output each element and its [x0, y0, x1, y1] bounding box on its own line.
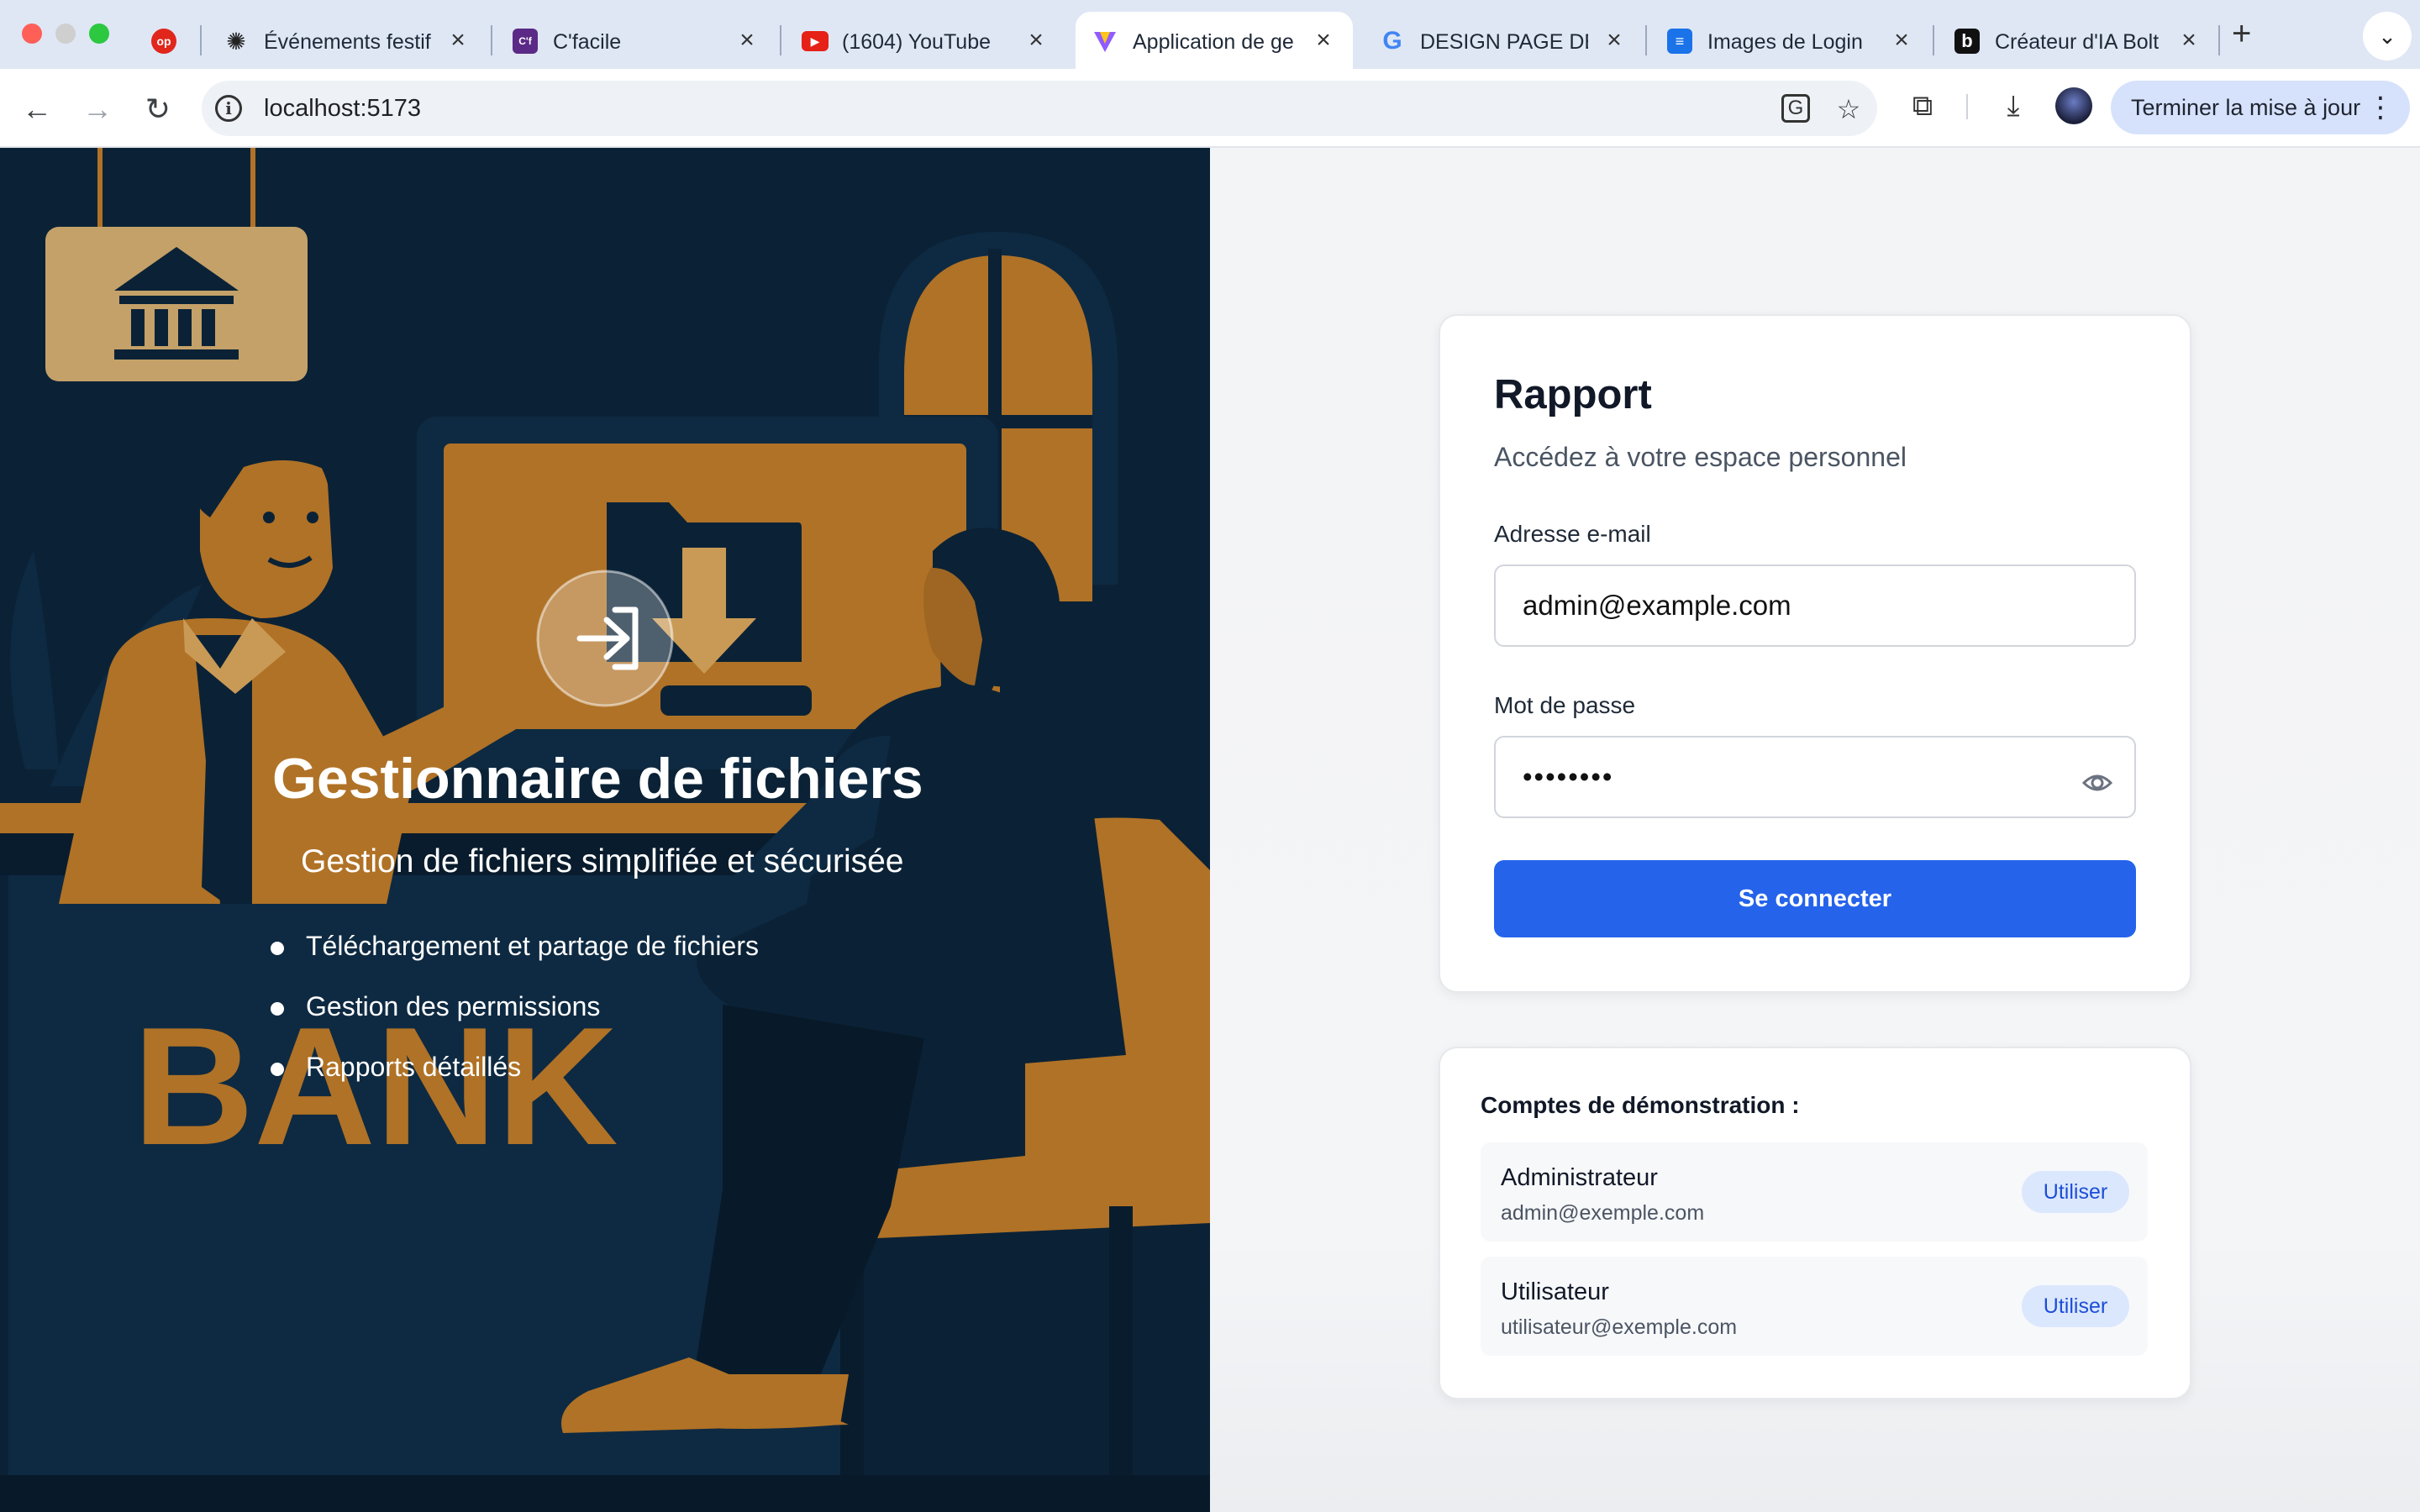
tab-search-chevron-icon[interactable]: ⌄ — [2363, 12, 2412, 60]
tab-3[interactable]: ▶ (1604) YouTube × — [785, 12, 1065, 69]
close-icon[interactable]: × — [734, 28, 760, 54]
tab-title: (1604) YouTube — [842, 30, 992, 54]
hero-title: Gestionnaire de fichiers — [272, 747, 923, 811]
tab-bar: op ✺ Événements festif × C'f C'facile × … — [0, 0, 2420, 69]
hero-panel: BANK Gestionnaire de fichiers Gestion de… — [0, 148, 1210, 1512]
close-icon[interactable]: × — [445, 28, 471, 54]
address-bar[interactable]: i localhost:5173 G ☆ — [202, 81, 1877, 136]
account-role: Utilisateur — [1501, 1278, 1609, 1305]
tab-title: C'facile — [553, 30, 622, 54]
window-zoom-button[interactable] — [89, 24, 109, 44]
update-label: Terminer la mise à jour — [2131, 95, 2361, 120]
bank-illustration: BANK — [0, 148, 1210, 1512]
login-subtitle: Accédez à votre espace personnel — [1494, 442, 1907, 472]
tab-1[interactable]: ✺ Événements festif × — [207, 12, 487, 69]
email-label: Adresse e-mail — [1494, 521, 1651, 547]
tab-title: Créateur d'IA Bolt — [1995, 30, 2160, 54]
tab-title: Images de Login — [1707, 30, 1863, 54]
email-field[interactable] — [1494, 564, 2136, 647]
feature-item: Gestion des permissions — [271, 991, 600, 1022]
feature-label: Téléchargement et partage de fichiers — [306, 931, 759, 961]
sign-in-icon — [536, 570, 674, 707]
tab-2[interactable]: C'f C'facile × — [496, 12, 776, 69]
use-account-button[interactable]: Utiliser — [2022, 1285, 2129, 1327]
window-minimize-button[interactable] — [55, 24, 76, 44]
list-item: Administrateur admin@exemple.com Utilise… — [1481, 1142, 2148, 1242]
demo-heading: Comptes de démonstration : — [1481, 1092, 1800, 1118]
account-email: utilisateur@exemple.com — [1501, 1315, 1738, 1339]
feature-label: Gestion des permissions — [306, 991, 601, 1021]
login-button[interactable]: Se connecter — [1494, 860, 2136, 937]
openai-icon: ✺ — [226, 28, 246, 55]
eye-icon[interactable] — [2081, 766, 2114, 800]
list-item: Utilisateur utilisateur@exemple.com Util… — [1481, 1257, 2148, 1356]
avatar[interactable] — [2055, 87, 2092, 124]
feature-item: Rapports détaillés — [271, 1052, 521, 1083]
account-email: admin@exemple.com — [1501, 1201, 1705, 1225]
tab-5[interactable]: G DESIGN PAGE DE × — [1363, 12, 1644, 69]
bookmark-star-icon[interactable]: ☆ — [1833, 94, 1864, 124]
back-arrow-icon[interactable]: ← — [20, 92, 54, 126]
translate-icon[interactable]: G — [1781, 94, 1810, 123]
update-button[interactable]: Terminer la mise à jour ⋮ — [2111, 81, 2410, 134]
close-icon[interactable]: × — [1889, 28, 1914, 54]
tab-title: Application de ge — [1133, 30, 1294, 54]
cfacile-icon: C'f — [513, 29, 538, 54]
close-icon[interactable]: × — [1602, 28, 1627, 54]
vite-icon — [1092, 29, 1118, 54]
use-account-button[interactable]: Utiliser — [2022, 1171, 2129, 1213]
tab-7[interactable]: b Créateur d'IA Bolt × — [1938, 12, 2218, 69]
youtube-icon: ▶ — [802, 31, 829, 51]
close-icon[interactable]: × — [1311, 28, 1336, 54]
reload-icon[interactable]: ↻ — [141, 92, 175, 126]
download-icon[interactable]: ⤓ — [1996, 89, 2030, 123]
password-label: Mot de passe — [1494, 692, 1636, 718]
forward-arrow-icon[interactable]: → — [81, 92, 114, 126]
feature-label: Rapports détaillés — [306, 1052, 522, 1082]
account-role: Administrateur — [1501, 1164, 1658, 1191]
new-tab-button[interactable]: + — [2232, 15, 2251, 52]
window-close-button[interactable] — [22, 24, 42, 44]
tab-4-active[interactable]: Application de ge × — [1076, 12, 1353, 69]
google-icon: G — [1382, 27, 1402, 55]
close-icon[interactable]: × — [2176, 28, 2202, 54]
tab-0[interactable]: op — [141, 12, 192, 69]
tab-title: Événements festif — [264, 30, 431, 54]
menu-dots-icon: ⋮ — [2366, 92, 2395, 123]
hero-subtitle: Gestion de fichiers simplifiée et sécuri… — [301, 843, 904, 879]
feature-item: Téléchargement et partage de fichiers — [271, 931, 759, 962]
site-info-icon[interactable]: i — [215, 95, 242, 122]
password-field[interactable] — [1494, 736, 2136, 818]
extensions-icon[interactable]: ⧉ — [1906, 89, 1939, 123]
login-title: Rapport — [1494, 372, 1652, 417]
close-icon[interactable]: × — [1023, 28, 1049, 54]
tab-6[interactable]: ≡ Images de Login × — [1650, 12, 1931, 69]
bolt-icon: b — [1954, 29, 1980, 54]
url-text: localhost:5173 — [264, 95, 422, 122]
forms-icon: ≡ — [1667, 29, 1692, 54]
tab-title: DESIGN PAGE DE — [1420, 30, 1588, 54]
app-icon: op — [151, 29, 176, 54]
